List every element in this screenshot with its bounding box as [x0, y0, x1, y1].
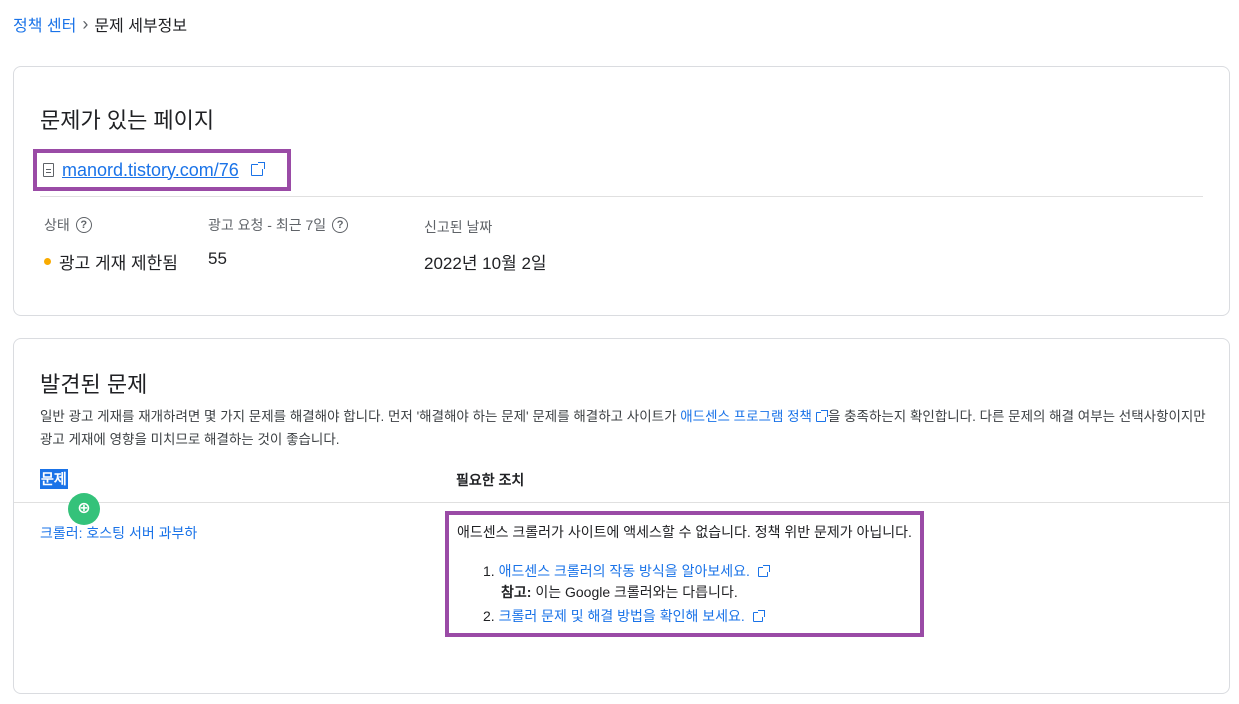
help-icon[interactable]: ?	[75, 217, 92, 233]
requests-label-group: 광고 요청 - 최근 7일 ?	[208, 215, 349, 235]
status-label-group: 상태 ?	[44, 215, 92, 235]
found-issues-card: 발견된 문제 일반 광고 게재를 재개하려면 몇 가지 문제를 해결해야 합니다…	[13, 338, 1230, 694]
open-in-new-icon[interactable]	[815, 410, 828, 423]
issues-description: 일반 광고 게재를 재개하려면 몇 가지 문제를 해결해야 합니다. 먼저 '해…	[40, 405, 1210, 451]
breadcrumb-current: 문제 세부정보	[94, 18, 188, 35]
page-url-highlight: manord.tistory.com/76	[33, 149, 291, 191]
status-value: 광고 게재 제한됨	[59, 254, 178, 273]
col-header-action: 필요한 조치	[456, 472, 525, 488]
adsense-policy-link[interactable]: 애드센스 프로그램 정책	[680, 409, 812, 424]
note-label: 참고:	[501, 584, 532, 600]
reported-value: 2022년 10월 2일	[424, 254, 547, 273]
divider	[40, 196, 1203, 197]
open-in-new-icon[interactable]	[250, 162, 265, 176]
open-in-new-icon[interactable]	[752, 610, 765, 623]
reported-label: 신고된 날짜	[424, 219, 493, 235]
table-divider	[14, 502, 1229, 503]
search-zoom-icon[interactable]: ⊕	[68, 493, 100, 525]
requests-value: 55	[208, 249, 227, 268]
status-dot-icon	[44, 258, 51, 265]
chevron-right-icon: ›	[82, 14, 89, 34]
list-item: 1. 애드센스 크롤러의 작동 방식을 알아보세요.	[483, 561, 770, 581]
crawler-troubleshoot-link[interactable]: 크롤러 문제 및 해결 방법을 확인해 보세요.	[499, 608, 745, 624]
desc-text-pre: 일반 광고 게재를 재개하려면 몇 가지 문제를 해결해야 합니다. 먼저 '해…	[40, 409, 681, 424]
action-text: 애드센스 크롤러가 사이트에 액세스할 수 없습니다. 정책 위반 문제가 아닙…	[457, 524, 912, 540]
requests-label: 광고 요청 - 최근 7일	[208, 217, 327, 233]
found-issues-title: 발견된 문제	[40, 372, 148, 397]
open-in-new-icon[interactable]	[757, 565, 770, 578]
action-highlight: 애드센스 크롤러가 사이트에 액세스할 수 없습니다. 정책 위반 문제가 아닙…	[445, 511, 924, 637]
list-item: 2. 크롤러 문제 및 해결 방법을 확인해 보세요.	[483, 606, 765, 626]
note-text: 이는 Google 크롤러와는 다릅니다.	[531, 584, 738, 600]
document-icon	[43, 163, 54, 177]
status-label: 상태	[44, 217, 70, 233]
status-value-group: 광고 게재 제한됨	[44, 249, 178, 274]
page-url-link[interactable]: manord.tistory.com/76	[62, 160, 239, 181]
help-icon[interactable]: ?	[332, 217, 349, 233]
issue-crawler-host-overload-link[interactable]: 크롤러: 호스팅 서버 과부하	[40, 523, 197, 543]
problem-page-title: 문제가 있는 페이지	[40, 108, 215, 133]
step-number: 2.	[483, 608, 495, 624]
problem-page-card: 문제가 있는 페이지 manord.tistory.com/76 상태 ? 광고…	[13, 66, 1230, 316]
col-header-issue[interactable]: 문제	[40, 469, 68, 489]
note: 참고: 이는 Google 크롤러와는 다릅니다.	[501, 582, 738, 602]
crawler-how-it-works-link[interactable]: 애드센스 크롤러의 작동 방식을 알아보세요.	[499, 563, 750, 579]
reported-label-group: 신고된 날짜	[424, 217, 492, 237]
breadcrumb: 정책 센터 › 문제 세부정보	[13, 12, 187, 36]
breadcrumb-policy-center-link[interactable]: 정책 센터	[13, 12, 76, 36]
step-number: 1.	[483, 563, 495, 579]
